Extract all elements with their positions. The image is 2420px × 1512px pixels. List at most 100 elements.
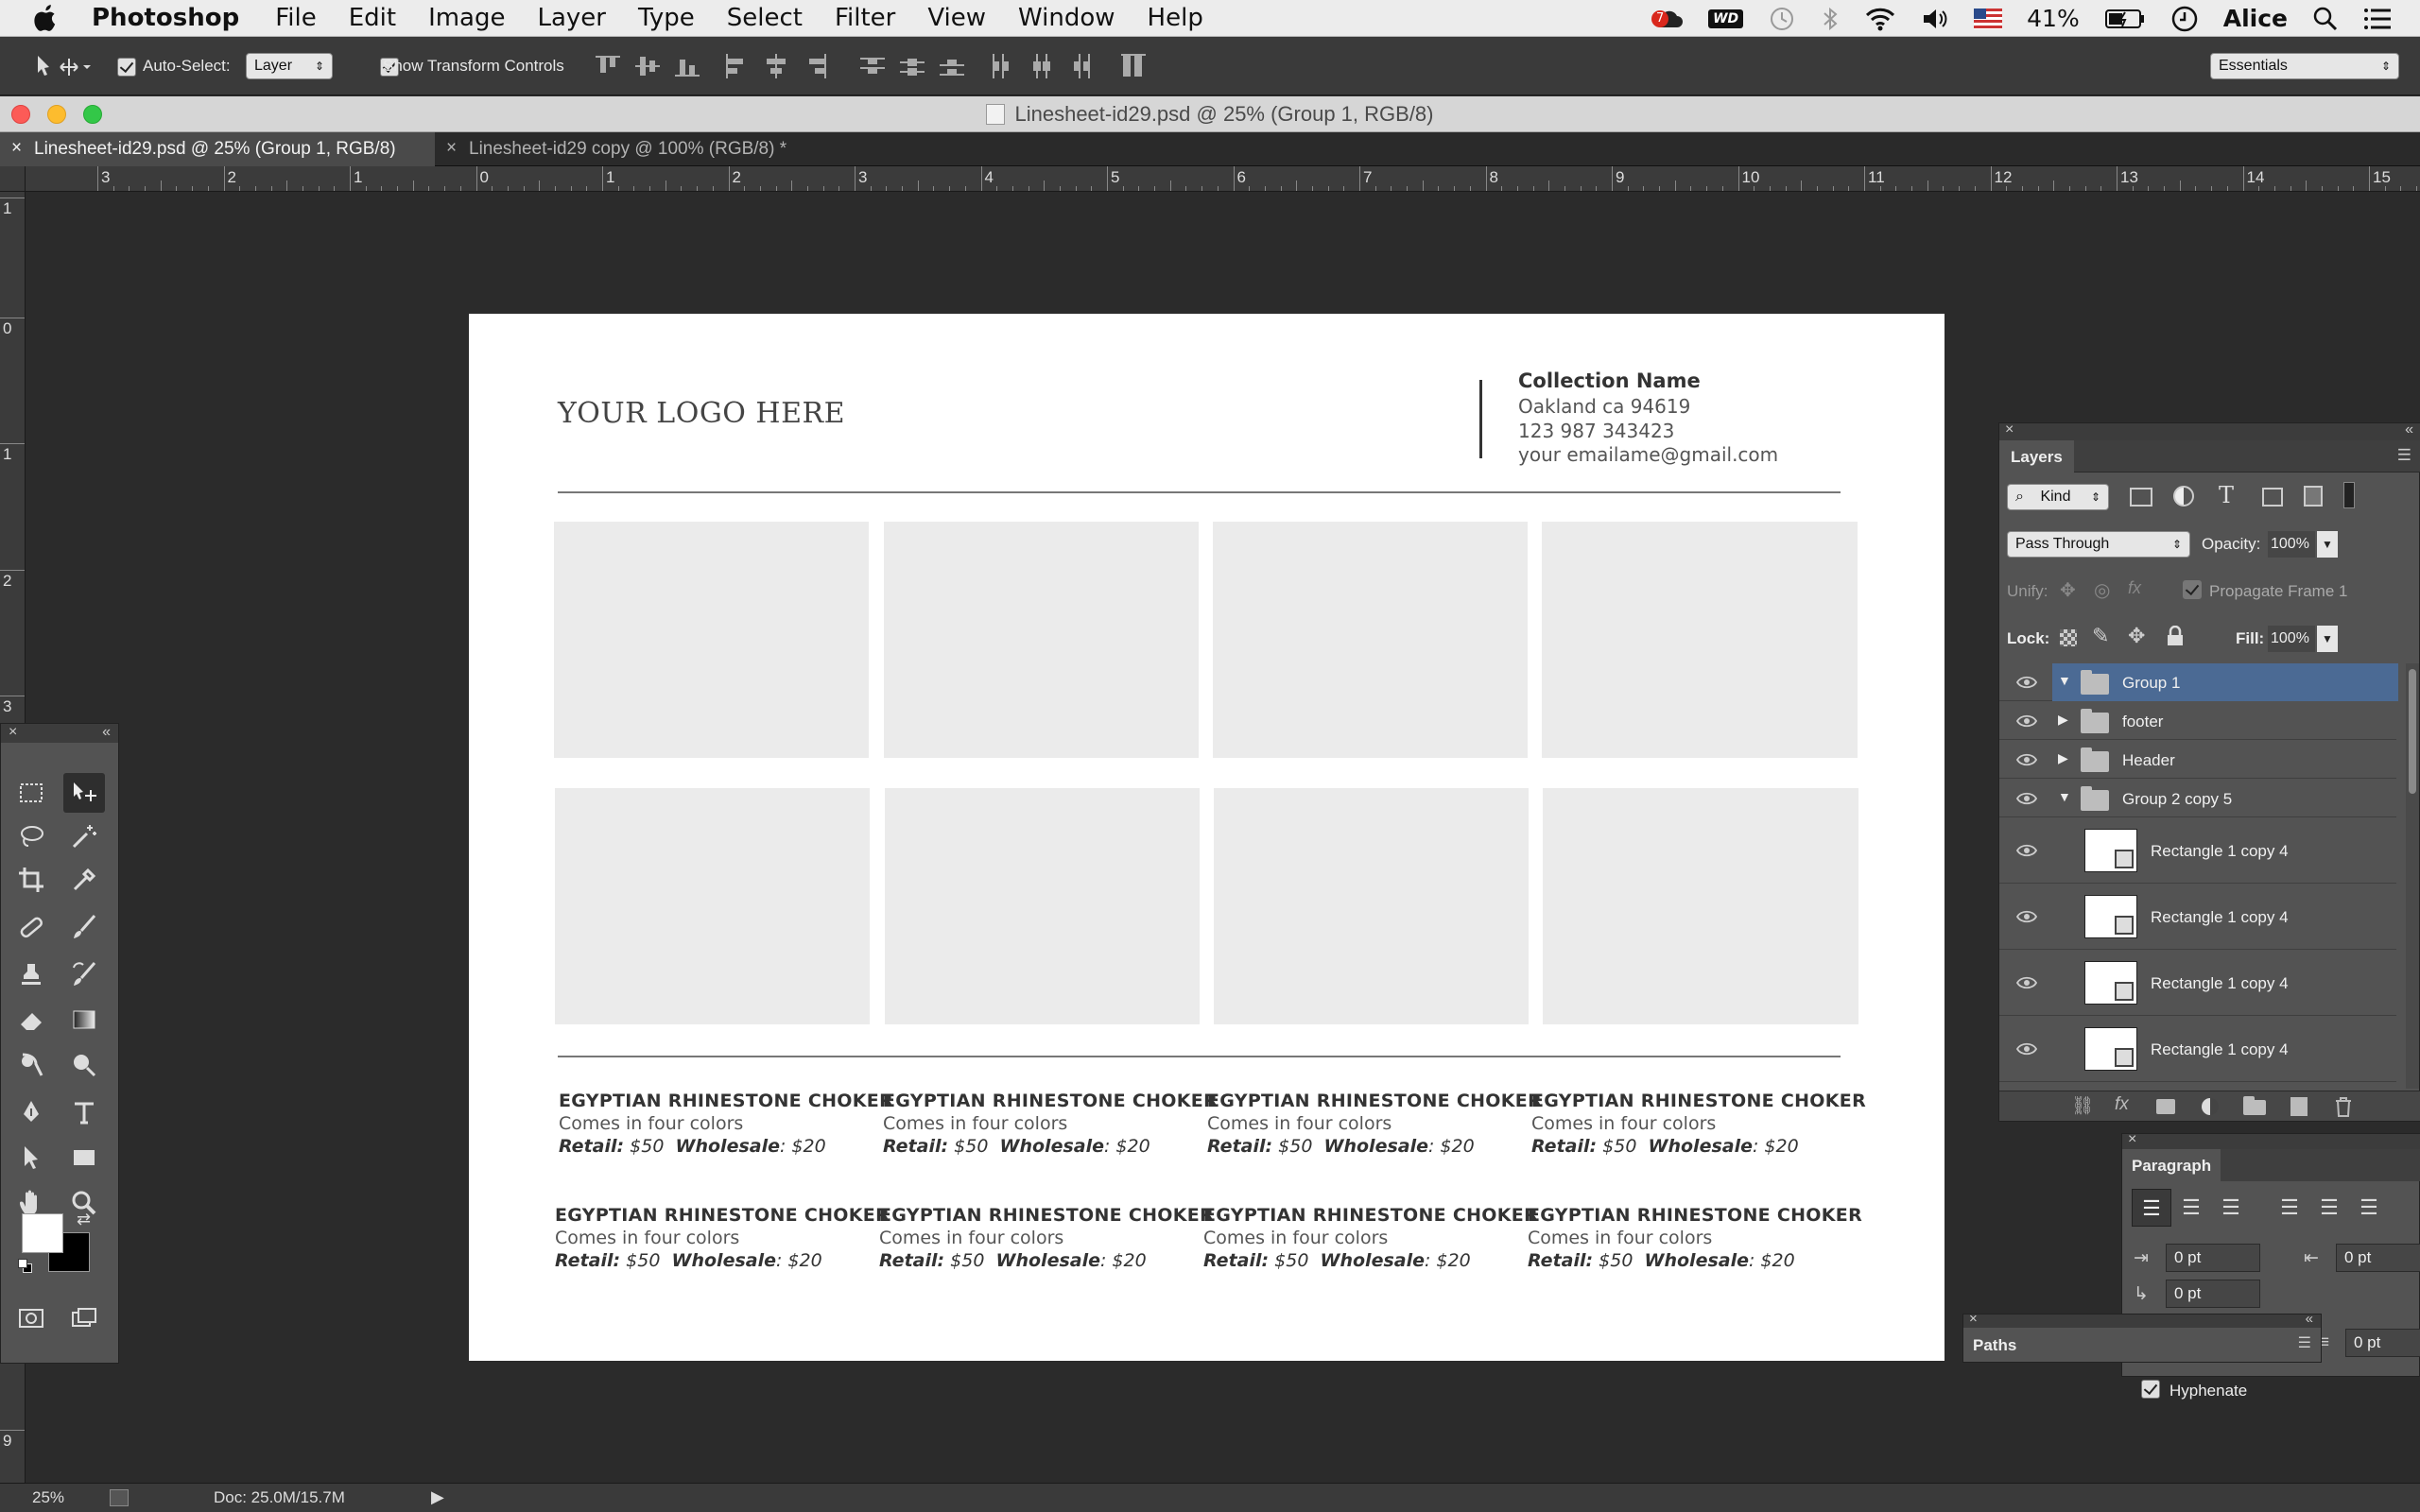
lock-all-icon[interactable]	[2166, 626, 2185, 646]
layer-row-header[interactable]: ▶ Header	[1999, 741, 2396, 779]
unify-style-icon[interactable]: fx	[2128, 578, 2141, 598]
battery-percent[interactable]: 41%	[2027, 5, 2080, 32]
lasso-tool-icon[interactable]	[10, 816, 52, 856]
wifi-icon[interactable]	[1864, 6, 1896, 32]
align-center-text-icon[interactable]: ☰	[2171, 1189, 2211, 1227]
distribute-top-edges-icon[interactable]	[860, 54, 885, 78]
eyedropper-tool-icon[interactable]	[63, 860, 105, 900]
filter-adjustment-icon[interactable]	[2173, 486, 2194, 507]
auto-select-dropdown[interactable]: Layer	[246, 53, 333, 79]
align-vertical-centers-icon[interactable]	[635, 54, 660, 78]
layer-row-rectangle[interactable]: Rectangle 1 copy 4	[1999, 818, 2396, 884]
auto-align-layers-icon[interactable]	[1121, 54, 1146, 78]
close-tab-icon[interactable]: ×	[11, 138, 22, 159]
close-panel-icon[interactable]: ×	[1969, 1311, 1978, 1327]
filter-pixel-icon[interactable]	[2130, 488, 2152, 507]
disclosure-expanded-icon[interactable]: ▼	[2058, 789, 2071, 804]
status-menu-arrow-icon[interactable]: ▶	[431, 1487, 444, 1507]
opacity-dropdown-icon[interactable]: ▼	[2317, 531, 2338, 558]
lock-image-icon[interactable]: ✎	[2092, 624, 2109, 648]
type-tool-icon[interactable]	[63, 1092, 105, 1132]
lock-position-icon[interactable]: ✥	[2128, 624, 2145, 648]
creative-cloud-icon[interactable]: 7	[1651, 5, 1684, 33]
lock-transparent-icon[interactable]	[2060, 629, 2077, 646]
tab-paragraph[interactable]: Paragraph	[2122, 1149, 2221, 1181]
layer-row-group-1[interactable]: ▼ Group 1	[1999, 663, 2398, 701]
menu-help[interactable]: Help	[1148, 4, 1203, 32]
crop-tool-icon[interactable]	[10, 860, 52, 900]
visibility-eye-icon[interactable]	[2016, 753, 2037, 766]
visibility-eye-icon[interactable]	[2016, 844, 2037, 857]
layer-row-rectangle[interactable]: Rectangle 1 copy 4	[1999, 951, 2396, 1016]
indent-right-input[interactable]: 0 pt	[2336, 1244, 2420, 1272]
tab-layers[interactable]: Layers	[1999, 440, 2074, 472]
auto-select-checkbox[interactable]	[117, 57, 136, 77]
visibility-eye-icon[interactable]	[2016, 976, 2037, 989]
collapse-panel-icon[interactable]: «	[2405, 421, 2413, 438]
close-panel-icon[interactable]: ×	[2005, 421, 2014, 438]
quick-mask-icon[interactable]	[10, 1298, 52, 1338]
history-brush-tool-icon[interactable]	[63, 954, 105, 994]
smudge-tool-icon[interactable]	[10, 1045, 52, 1085]
align-left-edges-icon[interactable]	[724, 54, 749, 78]
justify-last-left-icon[interactable]: ☰	[2270, 1189, 2309, 1227]
unify-visibility-icon[interactable]: ◎	[2094, 578, 2110, 602]
zoom-level[interactable]: 25%	[32, 1488, 64, 1507]
menu-window[interactable]: Window	[1018, 4, 1115, 32]
apple-icon[interactable]	[34, 4, 59, 32]
magic-wand-tool-icon[interactable]	[63, 816, 105, 856]
menu-select[interactable]: Select	[727, 4, 803, 32]
align-right-text-icon[interactable]: ☰	[2211, 1189, 2251, 1227]
eraser-tool-icon[interactable]	[10, 1000, 52, 1040]
app-menu[interactable]: Photoshop	[92, 4, 239, 32]
us-flag-icon[interactable]	[1974, 8, 2003, 29]
tab-paths[interactable]: Paths	[1963, 1328, 2027, 1362]
move-tool-icon[interactable]	[34, 52, 91, 82]
layer-style-icon[interactable]: fx	[2115, 1094, 2129, 1115]
clock-icon[interactable]	[2170, 5, 2199, 33]
menu-edit[interactable]: Edit	[349, 4, 396, 32]
align-right-edges-icon[interactable]	[804, 54, 828, 78]
indent-left-input[interactable]: 0 pt	[2166, 1244, 2260, 1272]
align-top-edges-icon[interactable]	[596, 54, 620, 78]
close-panel-icon[interactable]: ×	[2128, 1131, 2136, 1148]
notification-center-icon[interactable]	[2363, 7, 2392, 31]
opacity-input[interactable]: 100%	[2268, 531, 2315, 558]
layers-scrollbar[interactable]	[2406, 663, 2419, 1089]
menu-layer[interactable]: Layer	[538, 4, 607, 32]
spotlight-search-icon[interactable]	[2312, 6, 2339, 32]
layer-row-group-2-copy-5[interactable]: ▼ Group 2 copy 5	[1999, 780, 2396, 817]
menu-file[interactable]: File	[275, 4, 317, 32]
visibility-eye-icon[interactable]	[2016, 1042, 2037, 1056]
visibility-eye-icon[interactable]	[2016, 676, 2037, 689]
move-tool-icon[interactable]	[63, 773, 105, 813]
tab-linesheet[interactable]: × Linesheet-id29.psd @ 25% (Group 1, RGB…	[0, 132, 435, 166]
align-horizontal-centers-icon[interactable]	[764, 54, 788, 78]
fill-dropdown-icon[interactable]: ▼	[2317, 626, 2338, 652]
link-layers-icon[interactable]: ⛓	[2071, 1094, 2094, 1117]
distribute-horizontal-centers-icon[interactable]	[1028, 54, 1053, 78]
filter-kind-dropdown[interactable]: ⌕ Kind	[2007, 484, 2109, 510]
screen-mode-icon[interactable]	[63, 1298, 105, 1338]
hyphenate-label[interactable]: Hyphenate	[2169, 1382, 2247, 1400]
new-layer-icon[interactable]	[2290, 1097, 2308, 1116]
menu-view[interactable]: View	[927, 4, 986, 32]
time-machine-icon[interactable]	[1768, 5, 1796, 33]
new-group-icon[interactable]	[2243, 1096, 2266, 1115]
battery-icon[interactable]	[2104, 8, 2146, 30]
space-after-input[interactable]: 0 pt	[2345, 1329, 2420, 1357]
brush-tool-icon[interactable]	[63, 907, 105, 947]
wd-drive-icon[interactable]: WD	[1708, 9, 1744, 28]
visibility-eye-icon[interactable]	[2016, 714, 2037, 728]
path-selection-tool-icon[interactable]	[10, 1138, 52, 1177]
adjustment-layer-icon[interactable]	[2202, 1098, 2219, 1115]
show-transform-controls-label[interactable]: Show Transform Controls	[383, 57, 564, 76]
disclosure-collapsed-icon[interactable]: ▶	[2058, 712, 2068, 728]
rectangle-tool-icon[interactable]	[63, 1138, 105, 1177]
scrollbar-thumb[interactable]	[2409, 669, 2416, 794]
filter-shape-icon[interactable]	[2262, 488, 2283, 507]
user-name[interactable]: Alice	[2223, 5, 2288, 32]
close-window-button[interactable]	[11, 105, 30, 124]
distribute-bottom-edges-icon[interactable]	[940, 54, 964, 78]
filter-type-icon[interactable]: T	[2219, 482, 2234, 508]
